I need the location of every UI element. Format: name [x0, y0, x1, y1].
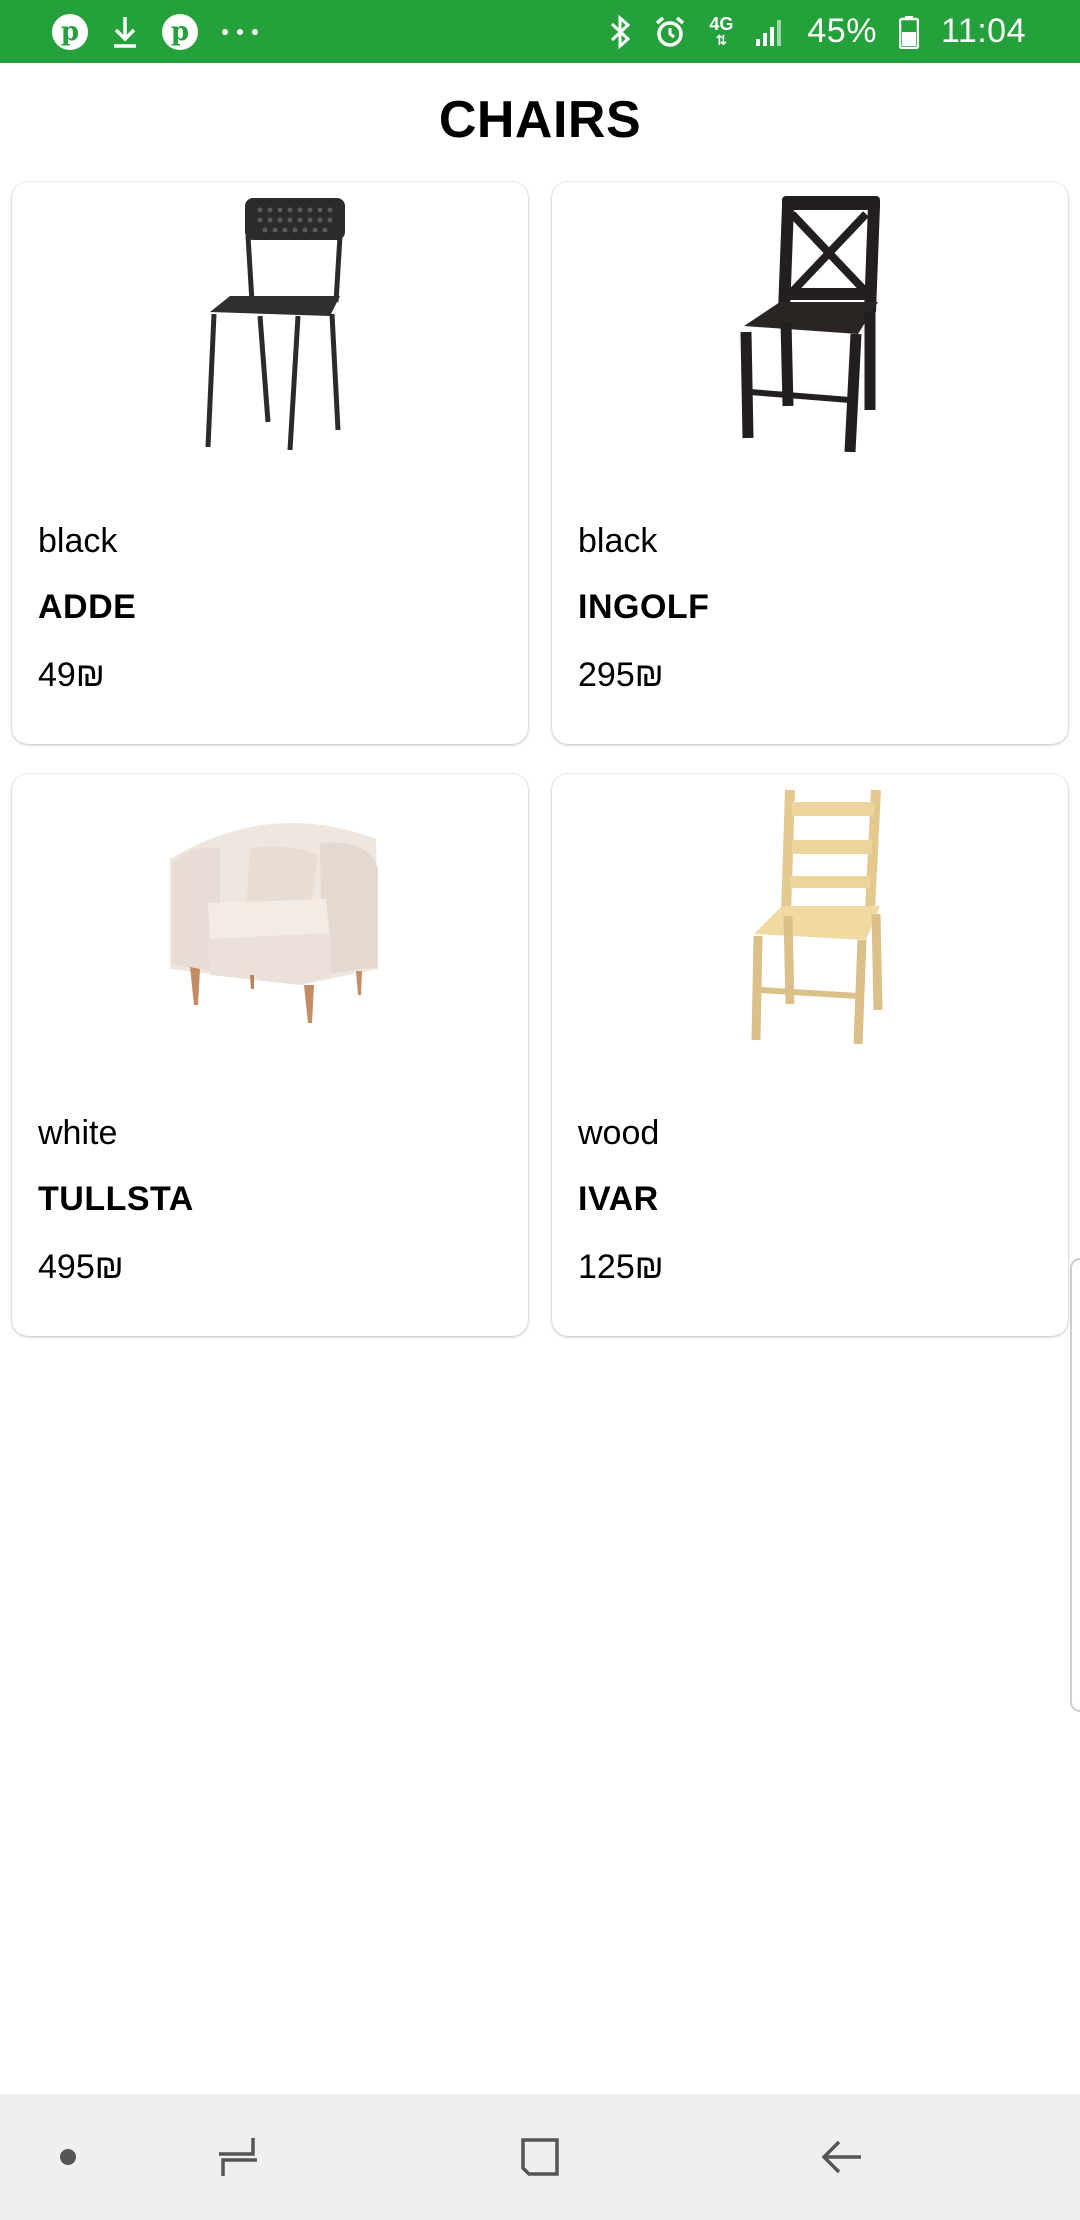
- product-color: wood: [578, 1114, 660, 1152]
- dot-icon[interactable]: [38, 2127, 98, 2187]
- home-icon[interactable]: [510, 2127, 570, 2187]
- product-name: TULLSTA: [38, 1180, 194, 1218]
- nav-bar: [0, 2094, 1080, 2220]
- product-price: 495₪: [38, 1248, 124, 1286]
- page-title: CHAIRS: [438, 91, 642, 149]
- battery-icon: [898, 15, 919, 49]
- battery-percent: 45%: [807, 12, 877, 50]
- product-color: black: [38, 522, 118, 560]
- product-name: IVAR: [578, 1180, 659, 1218]
- chair-ivar-icon: [552, 784, 1068, 1044]
- chair-ingolf-icon: [552, 192, 1068, 452]
- product-card[interactable]: white TULLSTA 495₪: [12, 774, 528, 1336]
- product-price: 49₪: [38, 656, 105, 694]
- status-bar-left: p p: [52, 13, 260, 50]
- edge-panel-handle[interactable]: [1070, 1258, 1080, 1712]
- armchair-tullsta-icon: [12, 784, 528, 1044]
- product-name: INGOLF: [578, 588, 710, 626]
- product-card[interactable]: black ADDE 49₪: [12, 182, 528, 744]
- product-color: white: [38, 1114, 118, 1152]
- recents-icon[interactable]: [208, 2127, 268, 2187]
- alarm-icon: [653, 15, 687, 49]
- signal-icon: [755, 17, 785, 47]
- network-label: 4G: [709, 13, 734, 34]
- network-4g-icon: 4G ⇅: [709, 13, 734, 48]
- bluetooth-icon: [609, 14, 631, 49]
- more-icon: [220, 27, 260, 37]
- chair-adde-icon: [12, 192, 528, 452]
- pinterest-icon: p: [162, 13, 198, 50]
- product-price: 295₪: [578, 656, 664, 694]
- product-price: 125₪: [578, 1248, 664, 1286]
- product-card[interactable]: wood IVAR 125₪: [552, 774, 1068, 1336]
- back-icon[interactable]: [812, 2127, 872, 2187]
- product-card[interactable]: black INGOLF 295₪: [552, 182, 1068, 744]
- product-name: ADDE: [38, 588, 137, 626]
- download-icon: [110, 15, 140, 49]
- pinterest-icon: p: [52, 13, 88, 50]
- status-time: 11:04: [940, 12, 1026, 50]
- product-color: black: [578, 522, 658, 560]
- product-grid: black ADDE 49₪ black INGOLF 295₪ white T…: [12, 182, 1068, 1336]
- status-bar-right: 4G ⇅ 45% 11:04: [609, 12, 1026, 51]
- status-bar: p p 4G ⇅ 45% 11:04: [0, 0, 1080, 63]
